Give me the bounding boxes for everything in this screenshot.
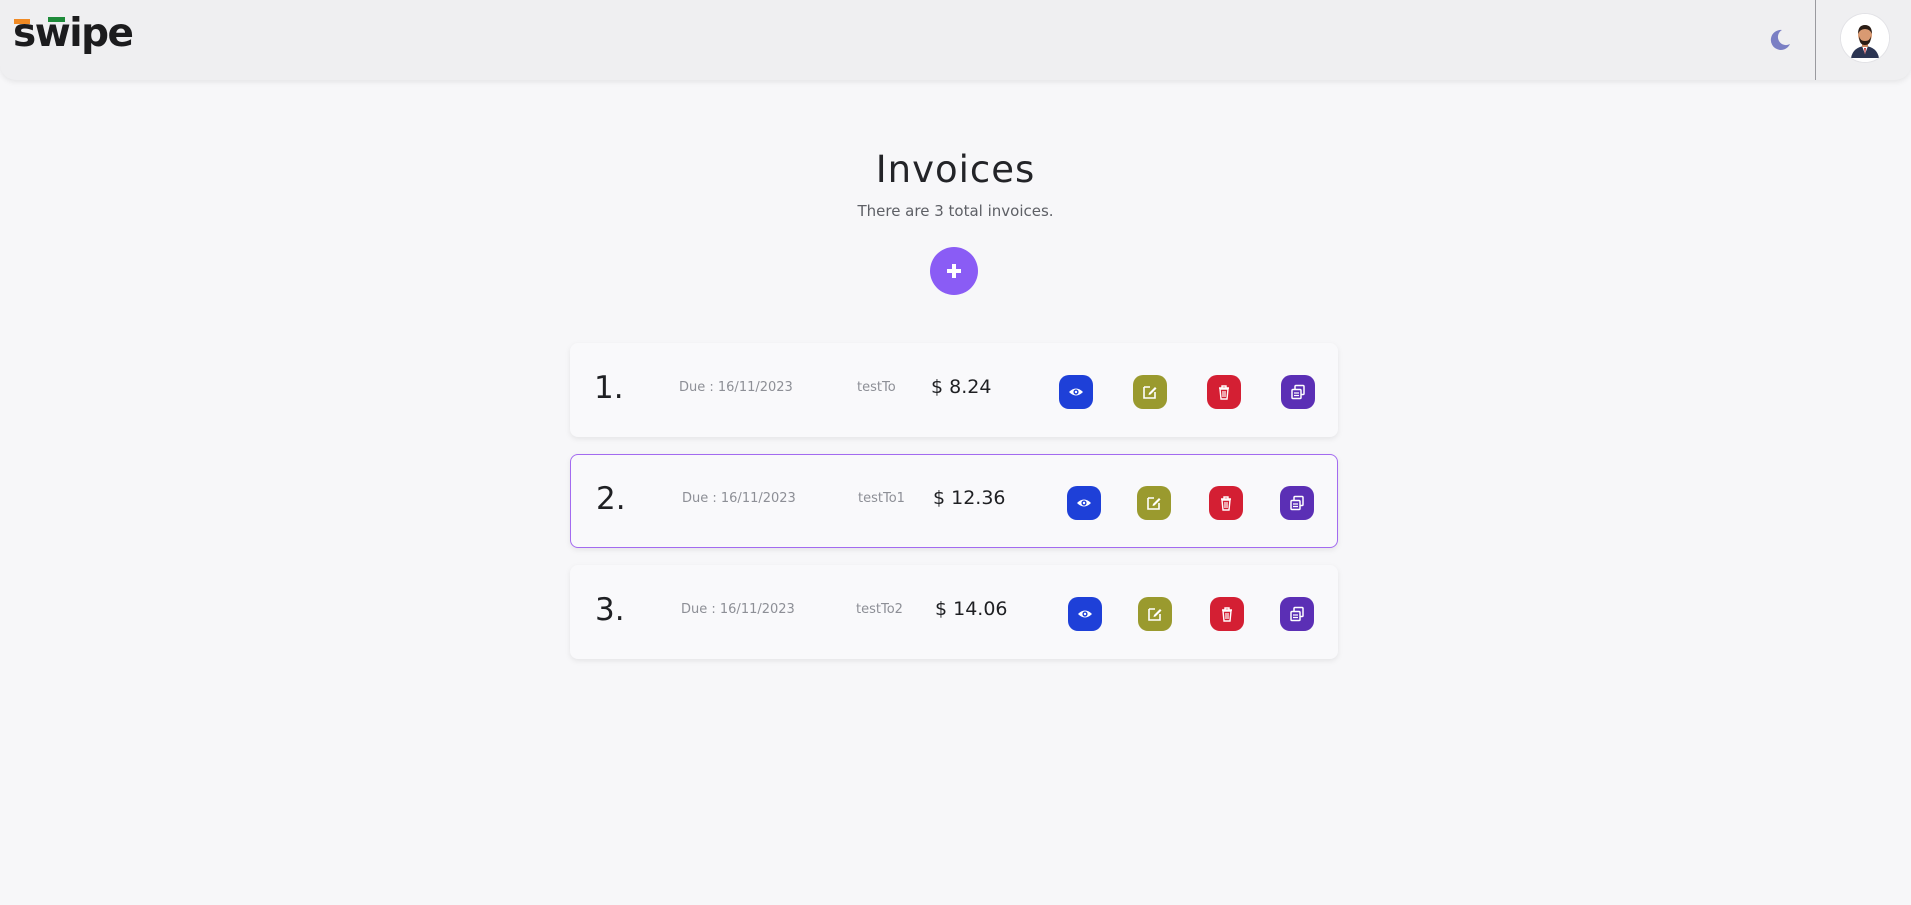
page-title: Invoices xyxy=(875,148,1036,191)
delete-invoice-button[interactable] xyxy=(1209,486,1243,520)
invoice-recipient: testTo xyxy=(857,380,896,395)
eye-icon xyxy=(1078,610,1092,618)
copy-icon xyxy=(1290,495,1304,511)
invoice-amount: $ 14.06 xyxy=(935,598,1008,620)
trash-icon xyxy=(1219,385,1229,400)
swipe-logo[interactable]: swipe xyxy=(13,11,134,56)
edit-invoice-button[interactable] xyxy=(1133,375,1167,409)
trash-icon xyxy=(1221,496,1231,511)
logo-text: swipe xyxy=(13,11,134,56)
copy-icon xyxy=(1291,384,1305,400)
edit-invoice-button[interactable] xyxy=(1137,486,1171,520)
trash-icon xyxy=(1222,607,1232,622)
logo-green-accent xyxy=(48,17,65,22)
invoice-count-text: There are 3 total invoices. xyxy=(857,202,1054,220)
top-navbar: swipe xyxy=(0,0,1911,80)
edit-invoice-button[interactable] xyxy=(1138,597,1172,631)
copy-invoice-button[interactable] xyxy=(1280,597,1314,631)
eye-icon xyxy=(1077,499,1091,507)
invoice-amount: $ 12.36 xyxy=(933,487,1006,509)
invoice-amount: $ 8.24 xyxy=(931,376,992,398)
delete-invoice-button[interactable] xyxy=(1210,597,1244,631)
copy-invoice-button[interactable] xyxy=(1281,375,1315,409)
invoice-card[interactable]: 1. Due : 16/11/2023 testTo $ 8.24 xyxy=(570,343,1338,437)
add-invoice-button[interactable] xyxy=(930,247,978,295)
view-invoice-button[interactable] xyxy=(1068,597,1102,631)
plus-icon xyxy=(947,264,961,278)
copy-invoice-button[interactable] xyxy=(1280,486,1314,520)
invoice-number: 3. xyxy=(595,592,625,628)
invoice-due-date: Due : 16/11/2023 xyxy=(682,491,796,506)
invoice-recipient: testTo2 xyxy=(856,602,903,617)
copy-icon xyxy=(1290,606,1304,622)
invoice-due-date: Due : 16/11/2023 xyxy=(681,602,795,617)
logo-orange-accent xyxy=(14,19,30,24)
invoice-recipient: testTo1 xyxy=(858,491,905,506)
invoice-number: 2. xyxy=(596,481,626,517)
edit-icon xyxy=(1147,497,1161,510)
edit-icon xyxy=(1148,608,1162,621)
invoice-card[interactable]: 3. Due : 16/11/2023 testTo2 $ 14.06 xyxy=(570,565,1338,659)
delete-invoice-button[interactable] xyxy=(1207,375,1241,409)
view-invoice-button[interactable] xyxy=(1067,486,1101,520)
edit-icon xyxy=(1143,386,1157,399)
header-divider xyxy=(1815,0,1816,80)
view-invoice-button[interactable] xyxy=(1059,375,1093,409)
invoice-number: 1. xyxy=(594,370,624,406)
invoice-card[interactable]: 2. Due : 16/11/2023 testTo1 $ 12.36 xyxy=(570,454,1338,548)
invoice-due-date: Due : 16/11/2023 xyxy=(679,380,793,395)
moon-icon[interactable] xyxy=(1765,26,1793,54)
user-avatar-icon[interactable] xyxy=(1841,14,1889,62)
eye-icon xyxy=(1069,388,1083,396)
